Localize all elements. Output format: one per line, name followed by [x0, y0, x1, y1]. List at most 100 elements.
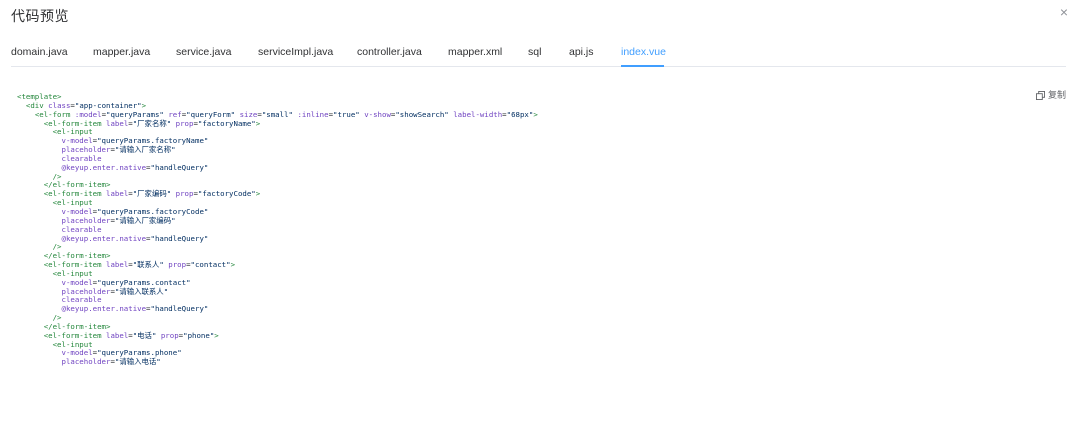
code-token: v-model — [61, 277, 93, 287]
code-token: "queryParams.factoryCode" — [97, 206, 209, 216]
code-token: "app-container" — [74, 100, 142, 110]
code-token: class — [48, 100, 71, 110]
code-token: size — [239, 109, 258, 119]
code-token: "请输入厂家名称" — [114, 145, 176, 155]
code-token: ref — [168, 109, 182, 119]
code-token: label — [106, 189, 129, 199]
active-tab-indicator — [621, 65, 664, 67]
code-line: <el-form-item label="厂家名称" prop="factory… — [17, 118, 538, 129]
copy-icon — [1035, 90, 1045, 100]
code-line: <el-form-item label="电话" prop="phone"> — [17, 330, 538, 341]
code-token: placeholder — [61, 215, 111, 225]
code-token: <el-form-item — [43, 330, 102, 340]
code-token: @keyup.enter.native — [61, 304, 147, 314]
code-line: @keyup.enter.native="handleQuery" — [17, 162, 538, 173]
code-token: <el-input — [52, 127, 93, 137]
code-token: "68px" — [506, 109, 534, 119]
code-token: "联系人" — [132, 260, 164, 270]
tab-mapper-xml[interactable]: mapper.xml — [448, 45, 502, 59]
code-token: <el-form-item — [43, 260, 102, 270]
code-token: "请输入厂家编码" — [114, 215, 176, 225]
code-token: "queryParams.contact" — [97, 277, 191, 287]
code-token: </el-form-item> — [43, 180, 111, 190]
tab-sql[interactable]: sql — [528, 45, 541, 59]
code-token: /> — [52, 242, 62, 252]
tab-domain-java[interactable]: domain.java — [11, 45, 68, 59]
file-tabs: domain.java mapper.java service.java ser… — [0, 40, 1080, 67]
code-token: > — [255, 118, 261, 128]
code-token: <el-input — [52, 268, 93, 278]
code-token: "queryForm" — [186, 109, 236, 119]
code-token: v-model — [61, 136, 93, 146]
code-preview-dialog: 代码预览 × domain.java mapper.java service.j… — [0, 0, 1080, 441]
code-token: prop — [168, 260, 187, 270]
code-token: "contact" — [190, 260, 231, 270]
dialog-header: 代码预览 × — [0, 0, 1080, 34]
dialog-title: 代码预览 — [11, 8, 69, 24]
code-token: > — [230, 260, 236, 270]
code-block: <template> <div class="app-container"> <… — [17, 92, 538, 367]
code-token: /> — [52, 171, 62, 181]
code-token: <template> — [17, 92, 62, 101]
code-token: "handleQuery" — [150, 162, 209, 172]
code-token: "电话" — [132, 330, 157, 340]
code-token: clearable — [61, 224, 102, 234]
code-token: "queryParams" — [106, 109, 164, 119]
code-token: "handleQuery" — [150, 304, 209, 314]
code-line: <el-form-item label="联系人" prop="contact"… — [17, 260, 538, 270]
code-token: "factoryCode" — [197, 189, 256, 199]
code-token: <div — [25, 100, 44, 110]
tab-controller-java[interactable]: controller.java — [357, 45, 422, 59]
code-token: v-model — [61, 348, 93, 358]
code-line: placeholder="请输入电话" — [17, 357, 538, 367]
code-token: "true" — [333, 109, 360, 119]
tab-index-vue[interactable]: index.vue — [621, 45, 666, 59]
tab-service-java[interactable]: service.java — [176, 45, 231, 59]
code-token: clearable — [61, 153, 102, 163]
code-token: "small" — [261, 109, 293, 119]
copy-button[interactable]: 复制 — [1035, 89, 1066, 101]
tab-serviceimpl-java[interactable]: serviceImpl.java — [258, 45, 333, 59]
code-token: > — [533, 109, 538, 119]
code-token: v-show — [364, 109, 391, 119]
tab-api-js[interactable]: api.js — [569, 45, 594, 59]
code-token: @keyup.enter.native — [61, 162, 147, 172]
close-icon[interactable]: × — [1056, 4, 1072, 20]
code-token: prop — [160, 330, 179, 340]
tab-mapper-java[interactable]: mapper.java — [93, 45, 150, 59]
code-token: "请输入联系人" — [114, 286, 169, 296]
code-token: <el-form-item — [43, 189, 102, 199]
code-token: placeholder — [61, 286, 111, 296]
code-token: <el-form-item — [43, 118, 102, 128]
code-token: clearable — [61, 295, 102, 305]
code-token: "phone" — [183, 330, 215, 340]
code-token: /> — [52, 313, 62, 323]
code-line: @keyup.enter.native="handleQuery" — [17, 304, 538, 314]
code-token: prop — [175, 189, 194, 199]
code-token: :inline — [297, 109, 329, 119]
code-token: </el-form-item> — [43, 251, 111, 261]
code-token: label — [106, 330, 129, 340]
code-token: "厂家编码" — [132, 189, 172, 199]
code-token: "queryParams.phone" — [97, 348, 182, 358]
